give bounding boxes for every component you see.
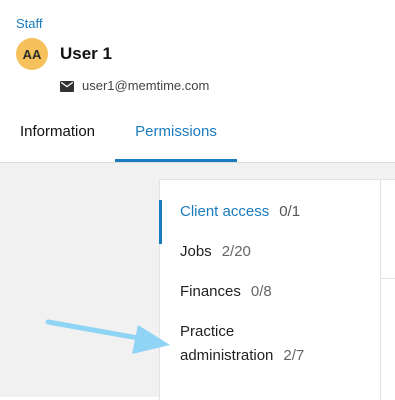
active-menu-indicator bbox=[159, 200, 162, 244]
tab-permissions[interactable]: Permissions bbox=[115, 112, 237, 162]
menu-item-count: 0/8 bbox=[250, 283, 272, 300]
tab-permissions-label: Permissions bbox=[135, 123, 217, 140]
email-row: user1@memtime.com bbox=[60, 78, 209, 94]
menu-item-count: 0/1 bbox=[279, 203, 301, 220]
breadcrumb-staff[interactable]: Staff bbox=[16, 16, 43, 32]
mail-icon bbox=[60, 80, 74, 92]
menu-item-finances[interactable]: Finances 0/8 bbox=[160, 280, 380, 304]
details-panel-edge bbox=[381, 179, 395, 400]
permissions-menu: Client access 0/1 Jobs 2/20 Finances 0/8 Pr… bbox=[159, 179, 381, 400]
avatar: AA bbox=[16, 38, 48, 70]
tab-information-label: Information bbox=[19, 123, 96, 140]
menu-item-jobs[interactable]: Jobs 2/20 bbox=[160, 240, 380, 264]
profile-tabs: Information Permissions bbox=[0, 112, 395, 162]
menu-item-count: 2/7 bbox=[283, 347, 305, 364]
details-panel-divider bbox=[381, 278, 395, 279]
avatar-initials: AA bbox=[22, 46, 42, 62]
menu-item-client-access[interactable]: Client access 0/1 bbox=[159, 200, 380, 244]
menu-item-count: 2/20 bbox=[221, 243, 251, 260]
user-name: User 1 bbox=[60, 44, 112, 63]
user-email: user1@memtime.com bbox=[82, 78, 210, 93]
menu-item-label-line2: administration bbox=[180, 347, 274, 364]
tab-information[interactable]: Information bbox=[0, 112, 115, 162]
menu-item-label: Finances bbox=[180, 283, 241, 300]
menu-item-label: Client access bbox=[180, 203, 270, 220]
menu-item-label: Jobs bbox=[180, 243, 212, 260]
menu-item-practice-administration[interactable]: Practice administration 2/7 bbox=[160, 320, 380, 372]
menu-item-label-line1: Practice bbox=[180, 323, 235, 340]
staff-header: Staff AA User 1 user1@memtime.com Inform… bbox=[0, 0, 395, 163]
